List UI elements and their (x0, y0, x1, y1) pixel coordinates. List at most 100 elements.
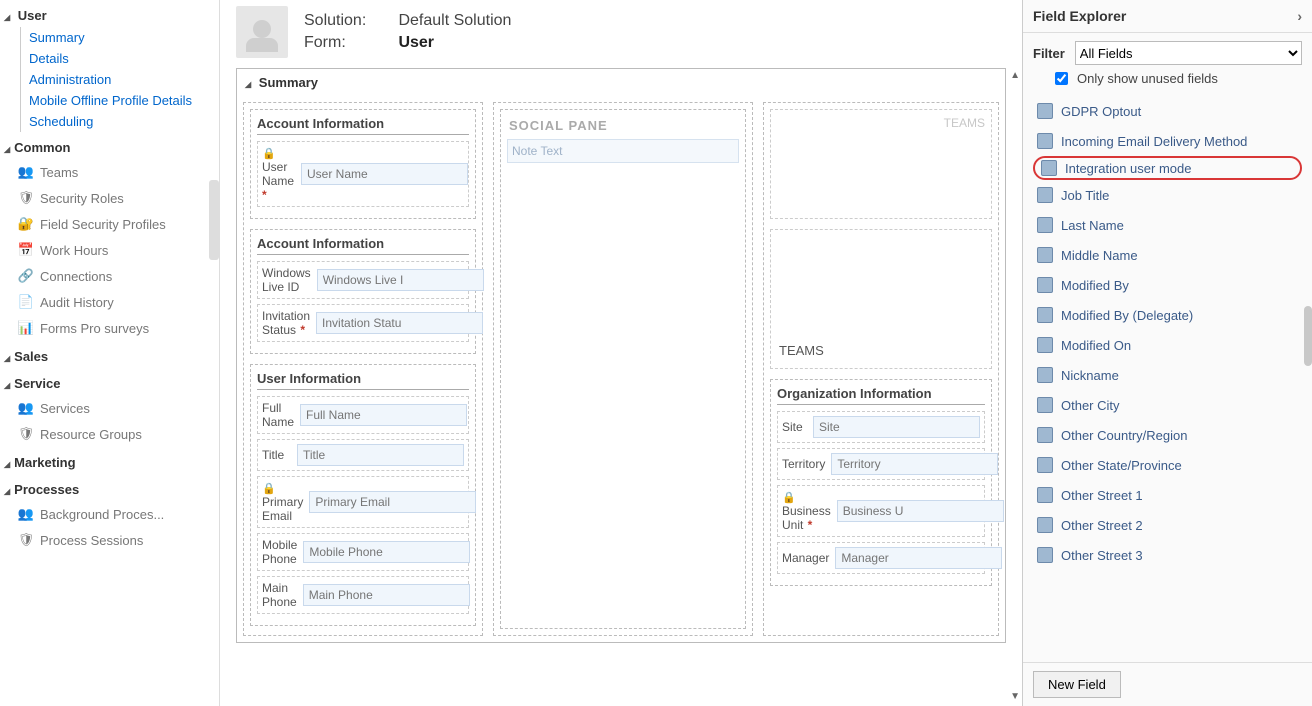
form-field[interactable]: Invitation Status * (257, 304, 469, 342)
nav-group-header[interactable]: Marketing (0, 447, 219, 474)
form-field[interactable]: Title (257, 439, 469, 471)
field-explorer-item[interactable]: GDPR Optout (1029, 96, 1306, 126)
field-explorer-item[interactable]: Job Title (1029, 180, 1306, 210)
chevron-right-icon[interactable]: › (1297, 8, 1302, 24)
nav-item[interactable]: 👥Background Proces... (0, 501, 219, 527)
field-icon (1037, 103, 1053, 119)
nav-group-header[interactable]: Service (0, 368, 219, 395)
form-canvas[interactable]: Summary Account Information🔒User Name *A… (220, 64, 1022, 706)
org-info-section[interactable]: Organization InformationSiteTerritory🔒Bu… (770, 379, 992, 586)
tab-summary[interactable]: Summary Account Information🔒User Name *A… (236, 68, 1006, 643)
field-explorer-item[interactable]: Other Country/Region (1029, 420, 1306, 450)
entity-tab-link[interactable]: Mobile Offline Profile Details (20, 90, 219, 111)
nav-group-header[interactable]: Sales (0, 341, 219, 368)
form-field[interactable]: 🔒User Name * (257, 141, 469, 207)
field-icon (1037, 397, 1053, 413)
form-section[interactable]: Account Information🔒User Name * (250, 109, 476, 219)
nav-item[interactable]: 🛡Security Roles (0, 185, 219, 211)
nav-item-icon: 👥 (18, 164, 34, 180)
field-explorer-item[interactable]: Other City (1029, 390, 1306, 420)
tab-title[interactable]: Summary (237, 69, 1005, 96)
field-explorer-item[interactable]: Other State/Province (1029, 450, 1306, 480)
nav-item[interactable]: 👥Teams (0, 159, 219, 185)
nav-item[interactable]: 🔐Field Security Profiles (0, 211, 219, 237)
social-pane-title: SOCIAL PANE (507, 116, 739, 139)
form-section[interactable]: User Information Full Name Title 🔒Primary E… (250, 364, 476, 626)
entity-tab-link[interactable]: Administration (20, 69, 219, 90)
lock-icon: 🔒 (782, 492, 796, 504)
tab-columns: Account Information🔒User Name *Account I… (237, 96, 1005, 642)
filter-select[interactable]: All Fields (1075, 41, 1302, 65)
form-field[interactable]: 🔒Primary Email (257, 476, 469, 528)
field-list-scroll-thumb[interactable] (1304, 306, 1312, 366)
entity-tab-link[interactable]: Summary (20, 27, 219, 48)
form-field[interactable]: Mobile Phone (257, 533, 469, 571)
field-explorer-item[interactable]: Incoming Email Delivery Method (1029, 126, 1306, 156)
entity-tab-list: SummaryDetailsAdministrationMobile Offli… (0, 27, 219, 132)
note-text-input[interactable]: Note Text (507, 139, 739, 163)
column-right[interactable]: TEAMS TEAMS Organization InformationSite… (763, 102, 999, 636)
field-input[interactable] (309, 491, 476, 513)
field-input[interactable] (831, 453, 998, 475)
column-left[interactable]: Account Information🔒User Name *Account I… (243, 102, 483, 636)
form-field[interactable]: Windows Live ID (257, 261, 469, 299)
nav-item[interactable]: 🛡Resource Groups (0, 421, 219, 447)
field-explorer-item[interactable]: Last Name (1029, 210, 1306, 240)
field-input[interactable] (317, 269, 484, 291)
nav-group-header[interactable]: Processes (0, 474, 219, 501)
field-name: Middle Name (1061, 248, 1138, 263)
teams-subgrid[interactable]: TEAMS (770, 109, 992, 219)
nav-group-header[interactable]: Common (0, 132, 219, 159)
field-icon (1037, 307, 1053, 323)
nav-item-icon: 📄 (18, 294, 34, 310)
form-field[interactable]: Manager (777, 542, 985, 574)
nav-item[interactable]: 📄Audit History (0, 289, 219, 315)
field-list[interactable]: GDPR OptoutIncoming Email Delivery Metho… (1023, 96, 1312, 662)
social-pane-section[interactable]: SOCIAL PANE Note Text (500, 109, 746, 629)
field-explorer-item[interactable]: Integration user mode (1033, 156, 1302, 180)
field-input[interactable] (303, 584, 470, 606)
field-input[interactable] (316, 312, 483, 334)
column-middle[interactable]: SOCIAL PANE Note Text (493, 102, 753, 636)
field-input[interactable] (837, 500, 1004, 522)
form-field[interactable]: Main Phone (257, 576, 469, 614)
teams-subgrid-2[interactable]: TEAMS (770, 229, 992, 369)
form-section[interactable]: Account InformationWindows Live IDInvita… (250, 229, 476, 354)
left-scrollbar-thumb[interactable] (209, 180, 219, 260)
only-unused-row[interactable]: Only show unused fields (1023, 67, 1312, 96)
nav-item[interactable]: 📅Work Hours (0, 237, 219, 263)
scroll-down-icon[interactable] (1010, 687, 1020, 702)
nav-item[interactable]: 📊Forms Pro surveys (0, 315, 219, 341)
field-explorer-item[interactable]: Modified By (Delegate) (1029, 300, 1306, 330)
nav-item[interactable]: 🔗Connections (0, 263, 219, 289)
field-explorer-item[interactable]: Other Street 1 (1029, 480, 1306, 510)
field-explorer-item[interactable]: Modified On (1029, 330, 1306, 360)
field-input[interactable] (813, 416, 980, 438)
new-field-button[interactable]: New Field (1033, 671, 1121, 698)
field-input[interactable] (300, 404, 467, 426)
field-explorer-item[interactable]: Middle Name (1029, 240, 1306, 270)
field-input[interactable] (301, 163, 468, 185)
field-explorer-item[interactable]: Nickname (1029, 360, 1306, 390)
form-field[interactable]: Full Name (257, 396, 469, 434)
form-field[interactable]: 🔒Business Unit * (777, 485, 985, 537)
entity-tab-link[interactable]: Scheduling (20, 111, 219, 132)
field-explorer-item[interactable]: Modified By (1029, 270, 1306, 300)
nav-item[interactable]: 👥Services (0, 395, 219, 421)
form-field[interactable]: Territory (777, 448, 985, 480)
field-label: 🔒Business Unit * (782, 490, 831, 532)
only-unused-checkbox[interactable] (1055, 72, 1068, 85)
field-label: Full Name (262, 401, 294, 429)
scroll-up-icon[interactable] (1010, 66, 1020, 81)
field-input[interactable] (297, 444, 464, 466)
nav-item[interactable]: 🛡Process Sessions (0, 527, 219, 553)
entity-tab-link[interactable]: Details (20, 48, 219, 69)
section-title: User Information (257, 371, 469, 390)
field-explorer-item[interactable]: Other Street 3 (1029, 540, 1306, 570)
form-field[interactable]: Site (777, 411, 985, 443)
field-name: Modified On (1061, 338, 1131, 353)
entity-header[interactable]: User (0, 0, 219, 27)
field-input[interactable] (835, 547, 1002, 569)
field-input[interactable] (303, 541, 470, 563)
field-explorer-item[interactable]: Other Street 2 (1029, 510, 1306, 540)
